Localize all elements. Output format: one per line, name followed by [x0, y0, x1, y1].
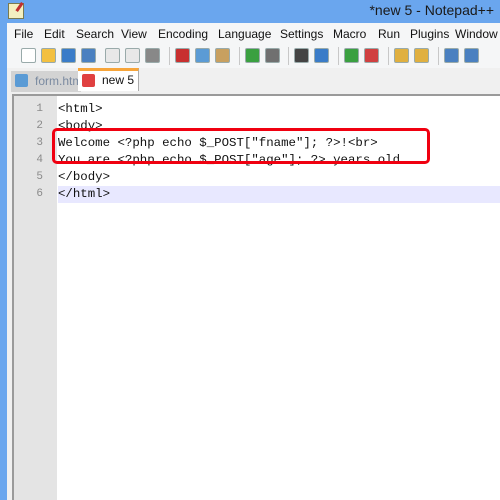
- menu-language[interactable]: Language: [218, 27, 271, 41]
- app-window: File Edit Search View Encoding Language …: [7, 23, 500, 500]
- toolbar-separator: [288, 47, 289, 65]
- zoom-in-icon[interactable]: [344, 48, 359, 63]
- toolbar-separator: [169, 47, 170, 65]
- redo-icon[interactable]: [265, 48, 280, 63]
- line-number: 2: [36, 120, 43, 132]
- menu-run[interactable]: Run: [378, 27, 400, 41]
- close-icon[interactable]: [105, 48, 120, 63]
- line-number: 1: [36, 103, 43, 115]
- menu-bar: File Edit Search View Encoding Language …: [7, 23, 500, 44]
- menu-encoding[interactable]: Encoding: [158, 27, 208, 41]
- code-line[interactable]: </body>: [58, 169, 500, 186]
- close-all-icon[interactable]: [125, 48, 140, 63]
- tab-new-5[interactable]: new 5: [78, 68, 139, 91]
- menu-file[interactable]: File: [14, 27, 33, 41]
- toolbar: [7, 44, 500, 68]
- word-wrap-icon[interactable]: [444, 48, 459, 63]
- line-number: 4: [36, 154, 43, 166]
- code-line[interactable]: </html>: [58, 186, 500, 203]
- saved-file-icon: [15, 74, 28, 87]
- menu-settings[interactable]: Settings: [280, 27, 323, 41]
- toolbar-separator: [388, 47, 389, 65]
- code-line[interactable]: <html>: [58, 101, 500, 118]
- find-icon[interactable]: [294, 48, 309, 63]
- tab-label: new 5: [102, 73, 135, 87]
- red-highlight-box: [52, 128, 430, 164]
- menu-search[interactable]: Search: [76, 27, 114, 41]
- undo-icon[interactable]: [245, 48, 260, 63]
- toolbar-separator: [338, 47, 339, 65]
- show-all-chars-icon[interactable]: [464, 48, 479, 63]
- menu-macro[interactable]: Macro: [333, 27, 366, 41]
- window-title: *new 5 - Notepad++: [369, 2, 494, 18]
- save-icon[interactable]: [61, 48, 76, 63]
- save-all-icon[interactable]: [81, 48, 96, 63]
- notepad-app-icon[interactable]: [8, 3, 24, 19]
- unsaved-file-icon: [82, 74, 95, 87]
- line-number: 5: [36, 171, 43, 183]
- menu-view[interactable]: View: [121, 27, 147, 41]
- copy-icon[interactable]: [195, 48, 210, 63]
- tab-bar: form.html new 5: [7, 68, 500, 94]
- toolbar-separator: [438, 47, 439, 65]
- tab-form-html[interactable]: form.html: [11, 71, 85, 92]
- paste-icon[interactable]: [215, 48, 230, 63]
- toolbar-separator: [239, 47, 240, 65]
- new-file-icon[interactable]: [21, 48, 36, 63]
- line-number-gutter: 1 2 3 4 5 6: [14, 96, 57, 500]
- sync-vertical-icon[interactable]: [394, 48, 409, 63]
- title-bar: *new 5 - Notepad++: [0, 0, 500, 23]
- line-number: 6: [36, 188, 43, 200]
- sync-horizontal-icon[interactable]: [414, 48, 429, 63]
- replace-icon[interactable]: [314, 48, 329, 63]
- menu-plugins[interactable]: Plugins: [410, 27, 449, 41]
- zoom-out-icon[interactable]: [364, 48, 379, 63]
- open-file-icon[interactable]: [41, 48, 56, 63]
- menu-window[interactable]: Window: [455, 27, 498, 41]
- menu-edit[interactable]: Edit: [44, 27, 65, 41]
- line-number: 3: [36, 137, 43, 149]
- cut-icon[interactable]: [175, 48, 190, 63]
- print-icon[interactable]: [145, 48, 160, 63]
